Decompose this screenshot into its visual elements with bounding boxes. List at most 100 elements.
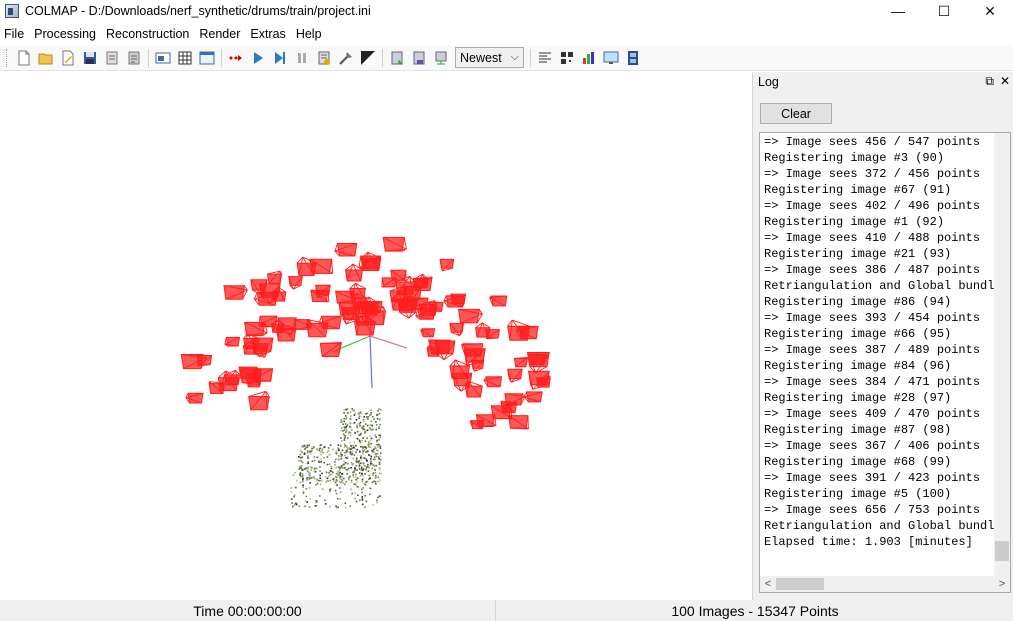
point-cloud-point [370, 413, 372, 416]
float-dock-icon[interactable]: ⧉ [985, 74, 994, 89]
point-cloud-point [361, 439, 363, 442]
point-cloud-point [303, 453, 306, 455]
match-matrix-icon[interactable] [536, 48, 555, 67]
horizontal-scrollbar[interactable]: < > [760, 576, 1010, 592]
point-cloud-point [359, 424, 362, 427]
toolbar-grip[interactable] [6, 48, 9, 67]
menu-file[interactable]: File [0, 24, 30, 44]
database-management-icon[interactable] [198, 48, 217, 67]
point-cloud-point [302, 486, 304, 488]
reconstruction-viewport[interactable] [0, 72, 748, 600]
point-cloud-point [363, 464, 366, 467]
point-cloud-point [352, 457, 355, 460]
point-cloud-point [355, 465, 357, 468]
point-cloud-point [343, 429, 346, 431]
point-cloud-point [350, 467, 352, 469]
point-cloud-point [378, 461, 381, 464]
point-cloud-point [301, 456, 304, 458]
horizontal-scroll-thumb[interactable] [776, 578, 824, 590]
point-cloud-point [350, 479, 353, 482]
point-cloud-point [367, 470, 370, 473]
film-icon[interactable] [624, 48, 643, 67]
point-cloud-point [341, 473, 343, 475]
point-cloud-point [375, 464, 378, 467]
dense-reconstruction-icon[interactable] [359, 48, 378, 67]
edit-project-icon[interactable] [59, 48, 78, 67]
scroll-left-arrow[interactable]: < [760, 576, 776, 592]
point-cloud-point [379, 479, 381, 482]
point-cloud-point [356, 448, 359, 451]
feature-matching-icon[interactable] [176, 48, 195, 67]
point-cloud-point [347, 462, 349, 465]
render-toggle-icon[interactable] [410, 48, 429, 67]
point-cloud-point [326, 463, 329, 466]
point-cloud-point [302, 484, 304, 487]
scroll-right-arrow[interactable]: > [994, 576, 1010, 592]
bundle-adjustment-icon[interactable] [337, 48, 356, 67]
open-project-icon[interactable] [37, 48, 56, 67]
save-project-icon[interactable] [81, 48, 100, 67]
close-button[interactable]: ✕ [967, 0, 1013, 22]
window-title: COLMAP - D:/Downloads/nerf_synthetic/dru… [25, 4, 371, 18]
menu-render[interactable]: Render [195, 24, 246, 44]
pause-reconstruction-icon[interactable] [293, 48, 312, 67]
toolbar-separator [221, 48, 222, 67]
point-cloud-point [352, 471, 355, 473]
minimize-button[interactable]: — [875, 0, 921, 22]
vertical-scrollbar[interactable] [994, 133, 1010, 577]
menu-help[interactable]: Help [292, 24, 328, 44]
point-cloud-point [351, 408, 353, 410]
point-cloud-point [376, 441, 378, 443]
point-cloud-point [377, 449, 379, 452]
menu-processing[interactable]: Processing [30, 24, 102, 44]
grab-image-icon[interactable] [580, 48, 599, 67]
log-line: Retriangulation and Global bundle adjust… [764, 519, 996, 533]
log-line: Retriangulation and Global bundle adjust… [764, 279, 996, 293]
point-cloud-point [335, 451, 337, 454]
feature-extraction-icon[interactable] [154, 48, 173, 67]
new-project-icon[interactable] [15, 48, 34, 67]
step-reconstruction-icon[interactable] [271, 48, 290, 67]
render-options-icon[interactable] [388, 48, 407, 67]
menu-extras[interactable]: Extras [246, 24, 291, 44]
close-dock-icon[interactable]: ✕ [1000, 74, 1010, 89]
log-line: Registering image #28 (97) [764, 391, 952, 405]
point-cloud-point [336, 449, 338, 452]
point-cloud-point [305, 487, 308, 490]
start-reconstruction-icon[interactable] [249, 48, 268, 67]
clear-log-button[interactable]: Clear [760, 103, 832, 124]
scene-canvas[interactable] [0, 72, 748, 600]
reset-reconstruction-icon[interactable] [315, 48, 334, 67]
camera-frustum-edge [358, 255, 362, 268]
point-cloud-point [357, 494, 359, 496]
point-cloud-point [349, 411, 352, 413]
point-cloud-point [353, 414, 356, 416]
menu-reconstruction[interactable]: Reconstruction [102, 24, 195, 44]
point-cloud-point [312, 477, 314, 479]
point-cloud-point [320, 460, 322, 463]
point-cloud-point [375, 452, 378, 455]
vertical-scroll-thumb[interactable] [995, 541, 1009, 561]
reconstruction-select[interactable]: Newest ⌵ [455, 47, 524, 68]
camera-frustum-edge [428, 339, 451, 341]
point-cloud-point [358, 459, 360, 462]
point-cloud-point [350, 481, 353, 483]
point-cloud-point [354, 484, 357, 486]
grab-movie-icon[interactable] [602, 48, 621, 67]
point-cloud-point [378, 438, 380, 441]
import-model-icon[interactable] [103, 48, 122, 67]
point-cloud-point [330, 470, 333, 473]
point-cloud-point [349, 415, 352, 417]
log-text-area[interactable]: => Image sees 456 / 547 points Registerin… [759, 132, 1011, 593]
point-cloud-point [360, 459, 363, 461]
point-cloud-point [353, 441, 355, 443]
point-cloud-point [306, 467, 308, 469]
export-model-icon[interactable] [125, 48, 144, 67]
point-cloud-point [363, 428, 365, 430]
point-cloud-point [361, 473, 363, 476]
maximize-button[interactable]: ☐ [921, 0, 967, 22]
automatic-reconstruction-icon[interactable] [227, 48, 246, 67]
reconstruction-stats-icon[interactable] [432, 48, 451, 67]
show-log-icon[interactable] [558, 48, 577, 67]
point-cloud-point [298, 505, 301, 508]
